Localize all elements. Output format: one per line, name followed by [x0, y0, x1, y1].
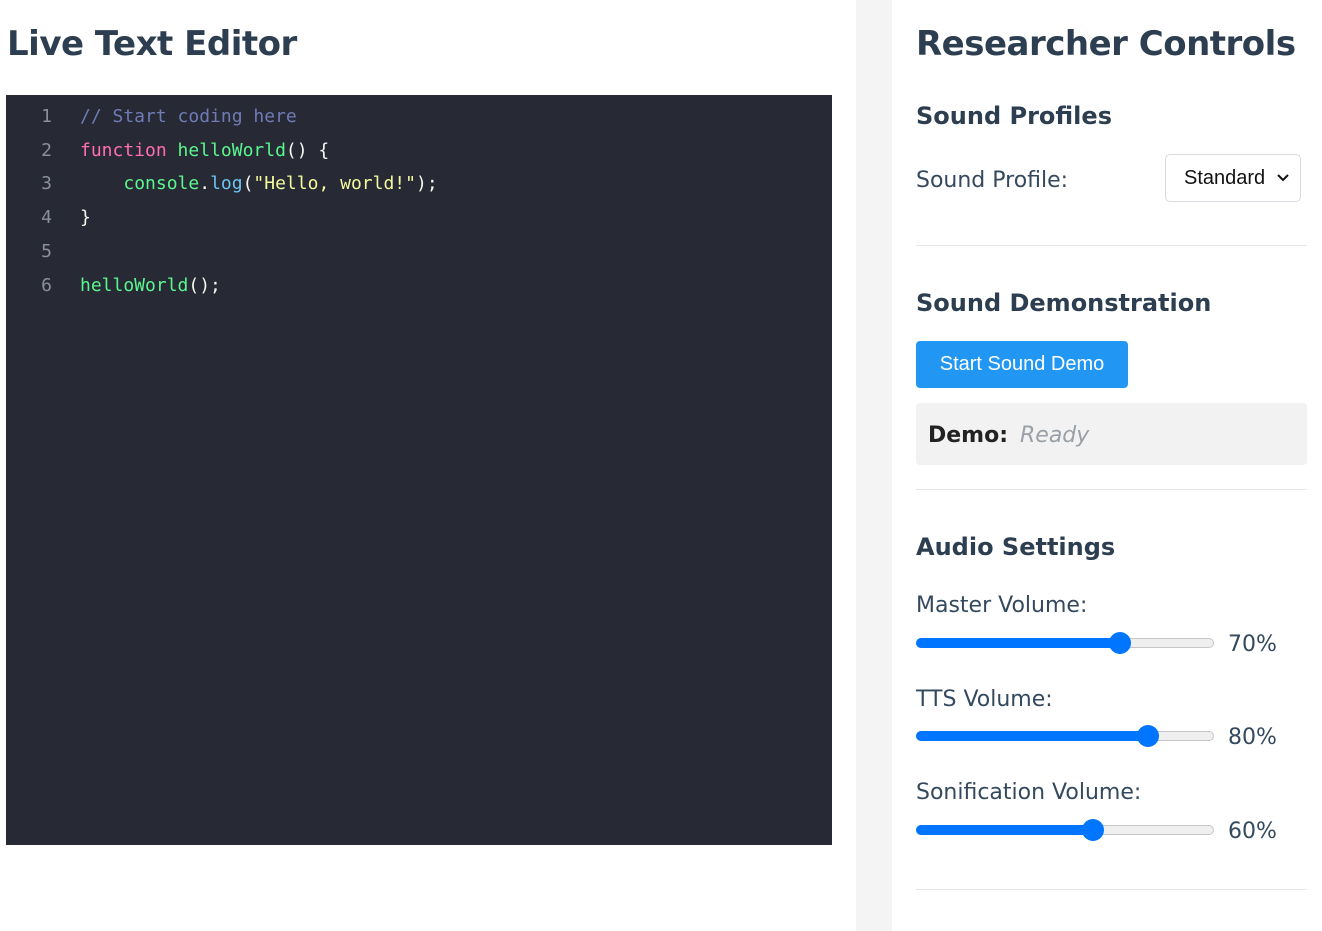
code-token-string: "Hello, world!": [253, 173, 416, 195]
code-line[interactable]: 5: [6, 235, 80, 269]
code-token-punc: );: [415, 173, 438, 195]
code-token-punc: }: [80, 207, 91, 229]
demo-status-value: Ready: [1020, 423, 1090, 448]
section-divider: [916, 245, 1307, 246]
code-token-punc: () {: [285, 139, 330, 161]
code-token-comment: // Start coding here: [80, 106, 297, 127]
code-token-method: log: [210, 173, 243, 195]
sonification-volume-slider[interactable]: [916, 817, 1214, 843]
tts-volume-slider[interactable]: [916, 723, 1214, 749]
line-number: 2: [41, 139, 52, 161]
line-number: 4: [41, 207, 52, 229]
editor-panel: Live Text Editor 1 // Start coding here 2 f…: [0, 0, 856, 931]
code-line[interactable]: 2 function helloWorld() {: [6, 134, 329, 168]
sonification-volume-value: 60%: [1228, 819, 1277, 844]
audio-settings-heading: Audio Settings: [916, 533, 1116, 561]
code-token-punc: ();: [188, 274, 221, 296]
sound-profile-selected-value: Standard: [1184, 167, 1266, 189]
code-token-keyword: function: [80, 139, 167, 161]
code-line[interactable]: 3 console.log("Hello, world!");: [6, 167, 438, 201]
sonification-volume-label: Sonification Volume:: [916, 780, 1142, 805]
code-token-punc: [80, 173, 123, 194]
master-volume-value: 70%: [1228, 632, 1277, 657]
demo-status-label: Demo:: [928, 423, 1009, 448]
slider-fill: [916, 638, 1121, 648]
code-token-func: console: [123, 173, 200, 195]
section-divider: [916, 889, 1307, 890]
slider-thumb[interactable]: [1081, 819, 1104, 841]
code-token-punc: .: [199, 173, 211, 195]
code-token-func: helloWorld: [177, 139, 286, 161]
tts-volume-label: TTS Volume:: [916, 687, 1053, 712]
code-line[interactable]: 1 // Start coding here: [6, 100, 297, 134]
app-root: Live Text Editor 1 // Start coding here 2 f…: [0, 0, 1322, 931]
sound-demonstration-heading: Sound Demonstration: [916, 289, 1212, 317]
code-line[interactable]: 6 helloWorld();: [6, 269, 221, 303]
sound-profile-label: Sound Profile:: [916, 168, 1069, 193]
slider-thumb[interactable]: [1136, 725, 1159, 747]
controls-title: Researcher Controls: [916, 24, 1296, 64]
sound-profiles-heading: Sound Profiles: [916, 102, 1112, 130]
researcher-controls-panel: Researcher Controls Sound Profiles Sound…: [892, 0, 1322, 931]
slider-fill: [916, 825, 1093, 835]
master-volume-label: Master Volume:: [916, 593, 1088, 618]
code-token-punc: [167, 140, 178, 161]
slider-fill: [916, 731, 1148, 741]
tts-volume-value: 80%: [1228, 725, 1277, 750]
start-sound-demo-button[interactable]: Start Sound Demo: [916, 341, 1128, 388]
code-token-punc: (: [242, 173, 254, 195]
code-editor[interactable]: 1 // Start coding here 2 function helloWorl…: [6, 95, 832, 845]
slider-thumb[interactable]: [1109, 632, 1132, 654]
code-line[interactable]: 4}: [6, 201, 91, 235]
sound-profile-select[interactable]: Standard: [1165, 154, 1301, 202]
master-volume-slider[interactable]: [916, 630, 1214, 656]
line-number: 1: [41, 106, 52, 127]
line-number: 5: [41, 240, 52, 262]
line-number: 6: [41, 274, 52, 296]
chevron-down-icon: [1277, 174, 1289, 182]
editor-title: Live Text Editor: [7, 24, 297, 64]
demo-status-box: Demo: Ready: [916, 403, 1307, 465]
line-number: 3: [41, 173, 52, 195]
panel-divider: [856, 0, 892, 931]
section-divider: [916, 489, 1307, 490]
code-token-func: helloWorld: [80, 274, 189, 296]
